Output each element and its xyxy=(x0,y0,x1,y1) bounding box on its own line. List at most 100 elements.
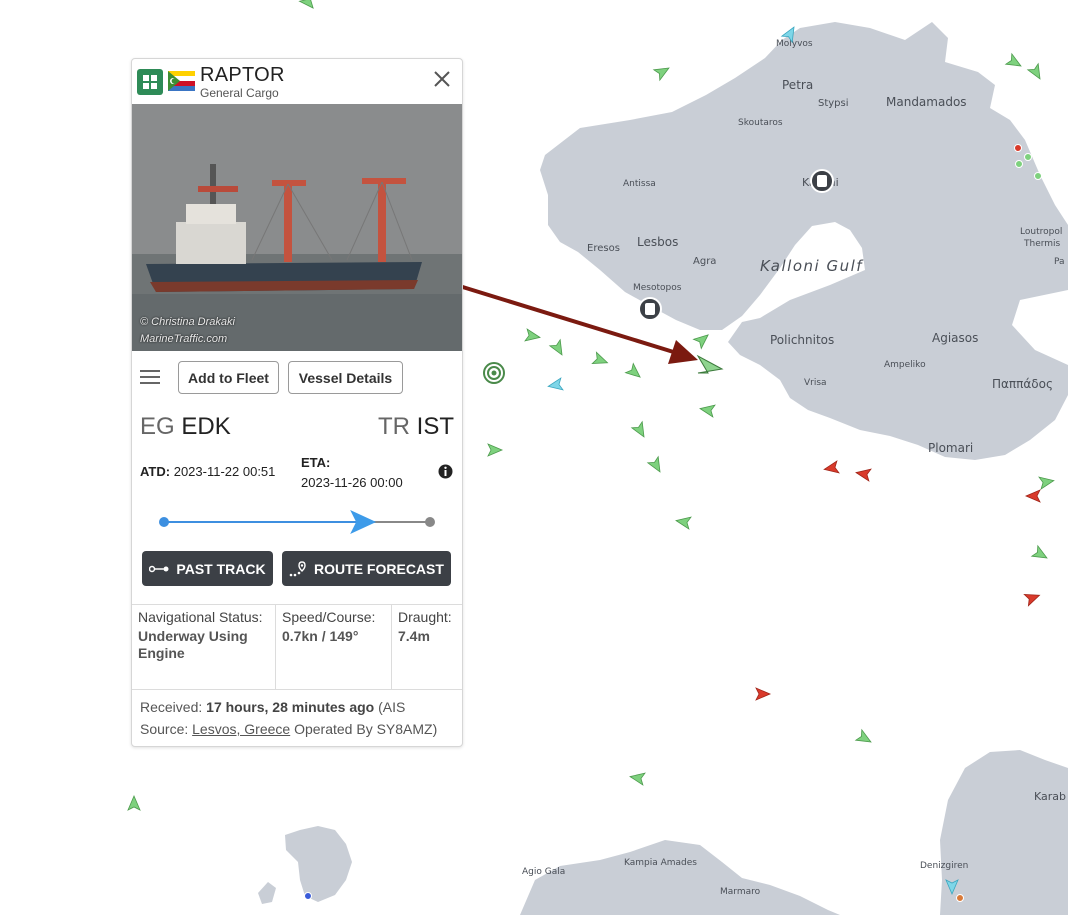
place-label: Antissa xyxy=(623,179,656,189)
vessel-marker-icon[interactable] xyxy=(1038,475,1055,490)
vessel-dot-icon[interactable] xyxy=(1014,144,1022,152)
received-info: Received: 17 hours, 28 minutes ago (AIS … xyxy=(140,696,456,740)
destination-port-code: IST xyxy=(416,413,454,440)
vessel-info-panel: RAPTOR General Cargo © Christina Drakaki… xyxy=(131,58,463,747)
vessel-marker-icon[interactable] xyxy=(692,330,712,350)
vessel-marker-icon[interactable] xyxy=(630,420,649,440)
place-label: Thermis xyxy=(1023,239,1061,249)
route-forecast-icon xyxy=(289,560,306,576)
received-label: Received: xyxy=(140,699,203,715)
place-label: Παππάδος xyxy=(992,377,1053,391)
photo-credit: © Christina Drakaki xyxy=(140,316,235,328)
small-island xyxy=(285,826,352,902)
vessel-name: RAPTOR xyxy=(200,64,285,86)
place-label: Loutropol xyxy=(1020,227,1062,237)
origin-port-code: EDK xyxy=(181,413,231,440)
place-label: Denizgiren xyxy=(920,861,968,871)
place-label: Agra xyxy=(693,256,716,267)
vessel-details-button[interactable]: Vessel Details xyxy=(288,361,403,394)
general-cargo-icon xyxy=(137,69,163,95)
nav-status-value: Underway Using Engine xyxy=(138,628,248,661)
route-forecast-button[interactable]: ROUTE FORECAST xyxy=(282,551,451,586)
vessel-marker-icon[interactable] xyxy=(1024,489,1041,503)
vessel-marker-icon[interactable] xyxy=(547,377,564,392)
ais-source-link[interactable]: Lesvos, Greece xyxy=(192,721,290,737)
vessel-marker-icon[interactable] xyxy=(548,338,567,358)
vessel-dot-icon[interactable] xyxy=(1024,153,1032,161)
draught-cell: Draught: 7.4m xyxy=(392,605,462,689)
port-icon[interactable] xyxy=(638,297,662,321)
vessel-dot-icon[interactable] xyxy=(1015,160,1023,168)
vessel-marker-icon[interactable] xyxy=(854,728,874,747)
destination-port[interactable]: TR IST xyxy=(378,413,454,441)
destination-country: TR xyxy=(377,413,410,440)
info-icon[interactable] xyxy=(438,464,453,479)
received-time: 17 hours, 28 minutes ago xyxy=(206,699,375,715)
place-label: Karab xyxy=(1034,790,1066,803)
place-label: Eresos xyxy=(587,243,620,254)
photo-credit: MarineTraffic.com xyxy=(140,333,228,345)
vessel-marker-icon[interactable] xyxy=(624,362,644,382)
speed-course-label: Speed/Course: xyxy=(282,609,376,625)
islet xyxy=(258,882,276,904)
place-label: Plomari xyxy=(928,441,973,455)
draught-label: Draught: xyxy=(398,609,452,625)
vessel-marker-icon[interactable] xyxy=(524,328,541,343)
vessel-marker-icon[interactable] xyxy=(1030,544,1050,563)
past-track-label: PAST TRACK xyxy=(176,560,266,577)
add-to-fleet-button[interactable]: Add to Fleet xyxy=(178,361,279,394)
selected-vessel-icon[interactable] xyxy=(696,354,724,374)
vessel-marker-icon[interactable] xyxy=(629,771,646,786)
route-forecast-label: ROUTE FORECAST xyxy=(314,560,444,577)
eta-value: 2023-11-26 00:00 xyxy=(301,475,403,490)
nav-status-cell: Navigational Status: Underway Using Engi… xyxy=(132,605,276,689)
place-label: Petra xyxy=(782,78,813,92)
origin-country: EG xyxy=(140,413,175,440)
vessel-marker-icon[interactable] xyxy=(1023,590,1041,607)
vessel-marker-icon[interactable] xyxy=(652,63,672,82)
vessel-marker-icon[interactable] xyxy=(646,455,665,475)
place-label: Molyvos xyxy=(776,39,813,49)
vessel-marker-icon[interactable] xyxy=(823,460,840,475)
vessel-marker-icon[interactable] xyxy=(487,443,504,457)
speed-course-value: 0.7kn / 149° xyxy=(282,628,359,644)
atd-label: ATD: xyxy=(140,464,171,479)
close-icon[interactable] xyxy=(430,67,454,91)
voyage-progress-bar xyxy=(159,510,435,534)
coast-south xyxy=(520,840,840,915)
place-label: Ampeliko xyxy=(884,360,926,370)
place-label: Agiasos xyxy=(932,331,978,345)
vessel-marker-icon[interactable] xyxy=(1004,52,1024,71)
port-icon[interactable] xyxy=(810,169,834,193)
place-label: Vrisa xyxy=(804,378,827,388)
vessel-marker-icon[interactable] xyxy=(755,687,772,701)
panel-header: RAPTOR General Cargo xyxy=(132,59,462,104)
vessel-photo[interactable]: © Christina Drakaki MarineTraffic.com xyxy=(132,104,462,351)
vessel-marker-icon[interactable] xyxy=(699,403,716,418)
atd: ATD: 2023-11-22 00:51 xyxy=(140,464,275,479)
station-icon[interactable] xyxy=(480,359,508,387)
past-track-button[interactable]: PAST TRACK xyxy=(142,551,273,586)
place-label: Marmaro xyxy=(720,887,761,897)
place-label: Pa xyxy=(1054,257,1065,267)
vessel-type: General Cargo xyxy=(200,86,279,100)
vessel-marker-icon[interactable] xyxy=(675,515,692,530)
vessel-dot-icon[interactable] xyxy=(956,894,964,902)
atd-value: 2023-11-22 00:51 xyxy=(173,464,276,479)
vessel-dot-icon[interactable] xyxy=(1034,172,1042,180)
vessel-marker-icon[interactable] xyxy=(855,467,872,482)
vessel-dot-icon[interactable] xyxy=(304,892,312,900)
vessel-marker-icon[interactable] xyxy=(298,0,318,12)
draught-value: 7.4m xyxy=(398,628,430,644)
place-label: Stypsi xyxy=(818,98,849,109)
hamburger-menu-icon[interactable] xyxy=(140,369,160,385)
place-label: Lesbos xyxy=(637,235,678,249)
vessel-marker-icon[interactable] xyxy=(591,351,609,368)
place-label: Mesotopos xyxy=(633,283,682,293)
speed-course-cell: Speed/Course: 0.7kn / 149° xyxy=(276,605,392,689)
vessel-marker-icon[interactable] xyxy=(1026,62,1045,82)
vessel-stats: Navigational Status: Underway Using Engi… xyxy=(132,604,462,690)
origin-port[interactable]: EG EDK xyxy=(140,413,231,441)
coast-southeast xyxy=(940,750,1068,915)
vessel-marker-icon[interactable] xyxy=(127,794,141,811)
